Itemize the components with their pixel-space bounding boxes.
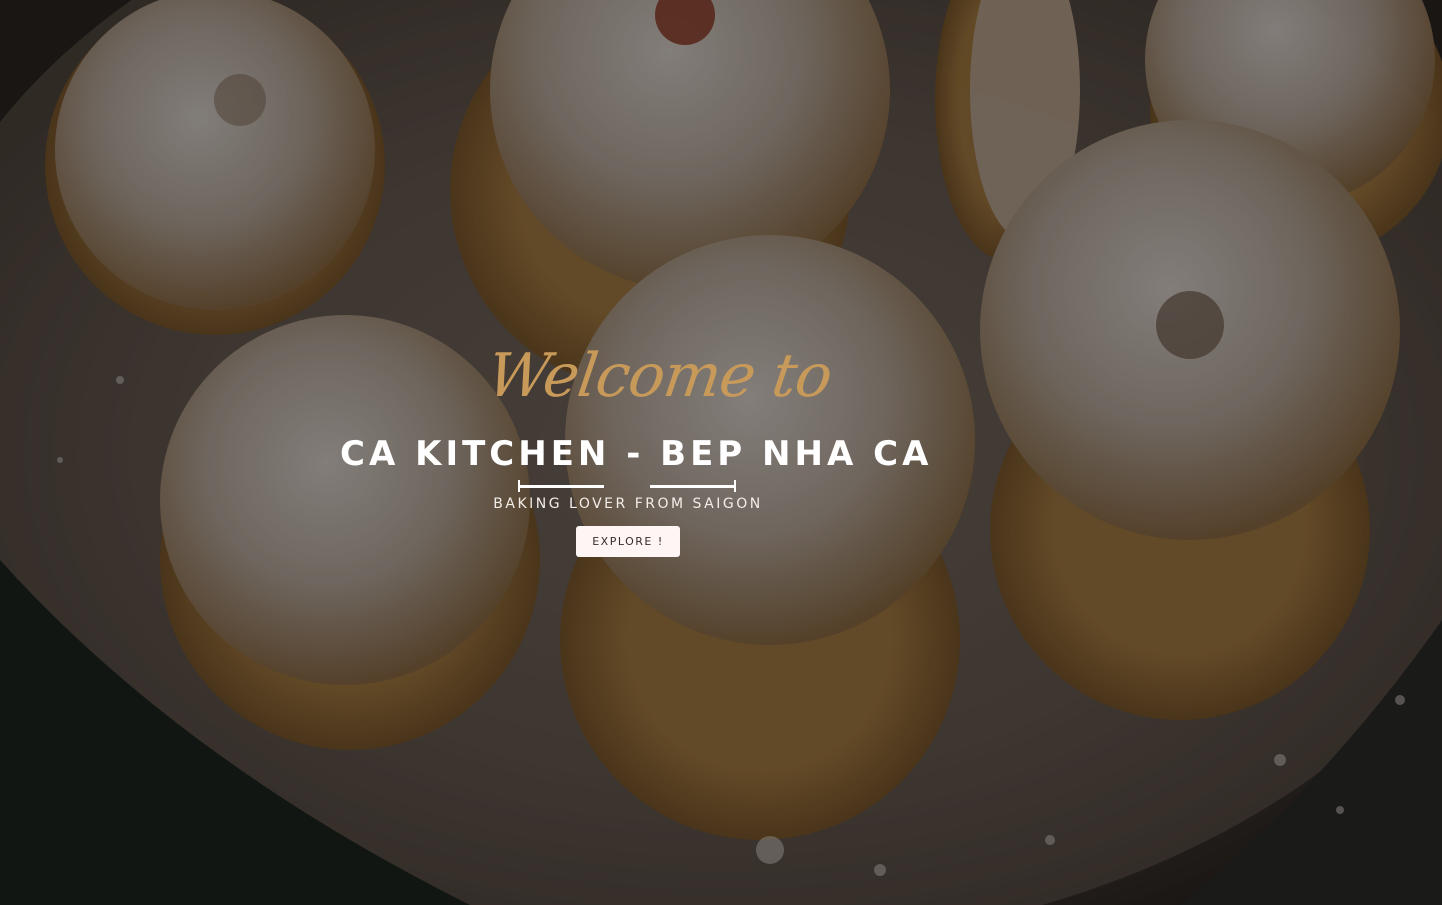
title-divider-right — [650, 480, 736, 492]
hero-content: Welcome to CA KITCHEN - BEP NHA CA BAKIN… — [0, 0, 1442, 905]
welcome-script-text: Welcome to — [483, 341, 836, 411]
hero-section: Welcome to CA KITCHEN - BEP NHA CA BAKIN… — [0, 0, 1442, 905]
explore-button[interactable]: EXPLORE ! — [576, 526, 680, 557]
tagline: BAKING LOVER FROM SAIGON — [493, 496, 763, 512]
site-title: CA KITCHEN - BEP NHA CA — [340, 434, 933, 474]
title-divider-left — [518, 480, 604, 492]
